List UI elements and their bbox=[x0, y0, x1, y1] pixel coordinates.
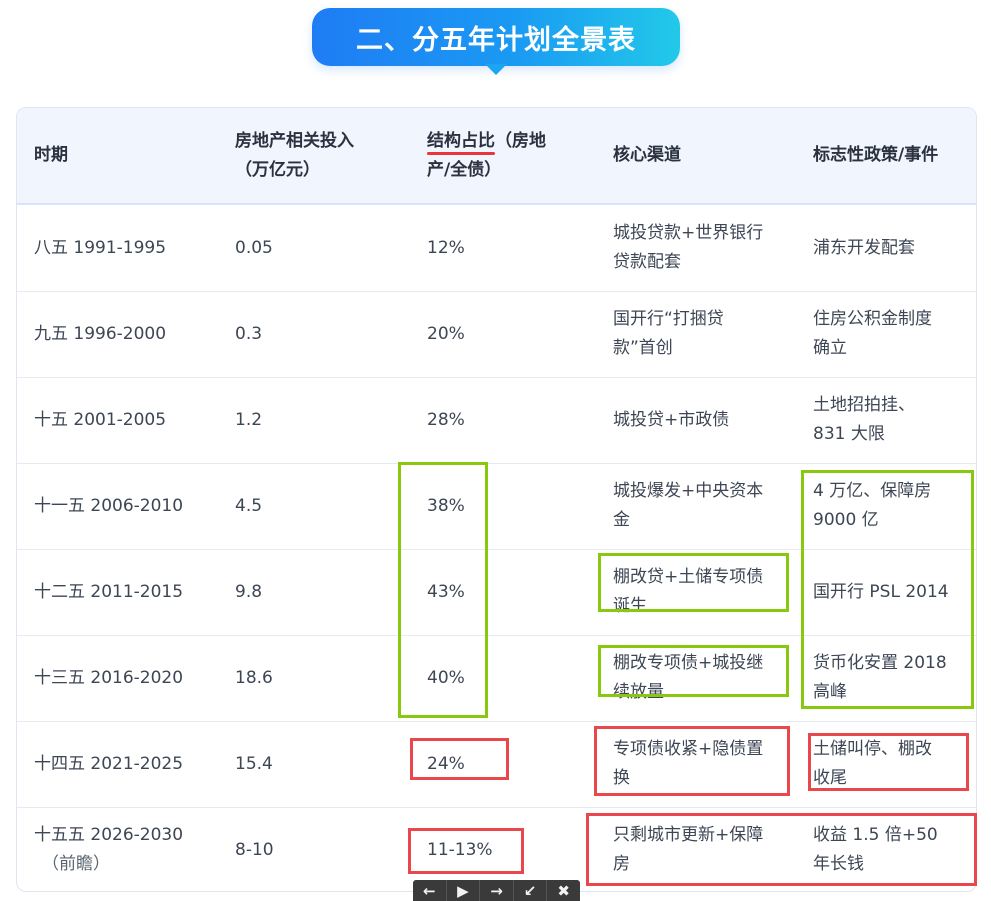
channel-cell: 棚改贷+土储专项债 诞生 bbox=[613, 567, 764, 616]
channel-cell: 国开行“打捆贷 款”首创 bbox=[613, 309, 724, 358]
channel-cell: 城投贷款+世界银行 贷款配套 bbox=[613, 223, 764, 272]
event-cell: 浦东开发配套 bbox=[813, 237, 915, 258]
event-cell: 4 万亿、保障房 9000 亿 bbox=[813, 481, 932, 530]
table-row: 十四五 2021-2025 15.4 24% 专项债收紧+隐债置换 土储叫停、棚… bbox=[17, 721, 976, 808]
play-icon[interactable]: ▶ bbox=[447, 880, 481, 901]
arrow-right-icon[interactable]: → bbox=[480, 880, 514, 901]
five-year-plan-table: 时期 房地产相关投入 （万亿元） 结构占比（房地 产/全债） 核心渠道 标志性政… bbox=[16, 107, 977, 892]
share-cell: 24% bbox=[427, 753, 465, 774]
period-cell: 十一五 2006-2010 bbox=[34, 495, 184, 516]
share-cell: 38% bbox=[427, 495, 465, 516]
table-row: 九五 1996-2000 0.3 20% 国开行“打捆贷 款”首创 住房公积金制度… bbox=[17, 291, 976, 378]
share-cell: 28% bbox=[427, 409, 465, 430]
header-period: 时期 bbox=[34, 145, 68, 165]
investment-cell: 4.5 bbox=[235, 495, 263, 516]
section-title: 二、分五年计划全景表 bbox=[356, 24, 636, 56]
period-cell: 九五 1996-2000 bbox=[34, 323, 167, 344]
event-cell: 住房公积金制度 确立 bbox=[813, 309, 932, 358]
table-row: 十五 2001-2005 1.2 28% 城投贷+市政债 土地招拍挂、 831 大… bbox=[17, 377, 976, 464]
section-title-banner: 二、分五年计划全景表 bbox=[312, 8, 680, 66]
channel-cell: 棚改专项债+城投继 续放量 bbox=[613, 653, 764, 702]
header-share-marked: 结构占比 bbox=[427, 127, 495, 156]
header-share: 结构占比（房地 产/全债） bbox=[427, 108, 607, 203]
period-cell: 十四五 2021-2025 bbox=[34, 753, 184, 774]
header-event: 标志性政策/事件 bbox=[813, 145, 939, 165]
share-cell: 11-13% bbox=[427, 839, 493, 860]
event-cell: 土地招拍挂、 831 大限 bbox=[813, 395, 915, 444]
arrow-left-icon[interactable]: ← bbox=[413, 880, 447, 901]
table-row: 十三五 2016-2020 18.6 40% 棚改专项债+城投继 续放量 货币化安… bbox=[17, 635, 976, 722]
header-investment-line2: （万亿元） bbox=[235, 159, 320, 180]
period-cell: 十五五 2026-2030 （前瞻） bbox=[34, 825, 184, 874]
channel-cell: 城投爆发+中央资本金 bbox=[613, 481, 764, 530]
period-cell: 十五 2001-2005 bbox=[34, 409, 167, 430]
investment-cell: 9.8 bbox=[235, 581, 263, 602]
investment-cell: 0.05 bbox=[235, 237, 273, 258]
event-cell: 国开行 PSL 2014 bbox=[813, 581, 949, 602]
banner-pointer bbox=[485, 64, 507, 75]
channel-cell: 专项债收紧+隐债置换 bbox=[613, 739, 764, 788]
header-share-rest: （房地 bbox=[495, 130, 546, 151]
table-row: 十一五 2006-2010 4.5 38% 城投爆发+中央资本金 4 万亿、保障… bbox=[17, 463, 976, 550]
investment-cell: 8-10 bbox=[235, 839, 274, 860]
share-cell: 12% bbox=[427, 237, 465, 258]
table-row: 十二五 2011-2015 9.8 43% 棚改贷+土储专项债 诞生 国开行 PS… bbox=[17, 549, 976, 636]
shrink-icon[interactable]: ↙ bbox=[514, 880, 548, 901]
investment-cell: 18.6 bbox=[235, 667, 273, 688]
event-cell: 货币化安置 2018 高峰 bbox=[813, 653, 947, 702]
header-share-line2: 产/全债） bbox=[427, 159, 502, 180]
period-cell: 十二五 2011-2015 bbox=[34, 581, 184, 602]
investment-cell: 0.3 bbox=[235, 323, 263, 344]
investment-cell: 15.4 bbox=[235, 753, 273, 774]
viewer-toolbar: ← ▶ → ↙ ✖ bbox=[413, 880, 580, 901]
table-header: 时期 房地产相关投入 （万亿元） 结构占比（房地 产/全债） 核心渠道 标志性政… bbox=[17, 108, 976, 205]
period-cell: 八五 1991-1995 bbox=[34, 237, 167, 258]
share-cell: 20% bbox=[427, 323, 465, 344]
period-cell: 十三五 2016-2020 bbox=[34, 667, 184, 688]
header-investment-line1: 房地产相关投入 bbox=[235, 130, 354, 151]
table-row: 八五 1991-1995 0.05 12% 城投贷款+世界银行 贷款配套 浦东开发… bbox=[17, 205, 976, 292]
investment-cell: 1.2 bbox=[235, 409, 263, 430]
event-cell: 土储叫停、棚改 收尾 bbox=[813, 739, 932, 788]
header-investment: 房地产相关投入 （万亿元） bbox=[235, 108, 415, 203]
event-cell: 收益 1.5 倍+50 年长钱 bbox=[813, 825, 938, 874]
close-icon[interactable]: ✖ bbox=[547, 880, 580, 901]
header-channel: 核心渠道 bbox=[613, 145, 681, 165]
share-cell: 40% bbox=[427, 667, 465, 688]
share-cell: 43% bbox=[427, 581, 465, 602]
channel-cell: 城投贷+市政债 bbox=[613, 409, 730, 430]
channel-cell: 只剩城市更新+保障房 bbox=[613, 825, 764, 874]
